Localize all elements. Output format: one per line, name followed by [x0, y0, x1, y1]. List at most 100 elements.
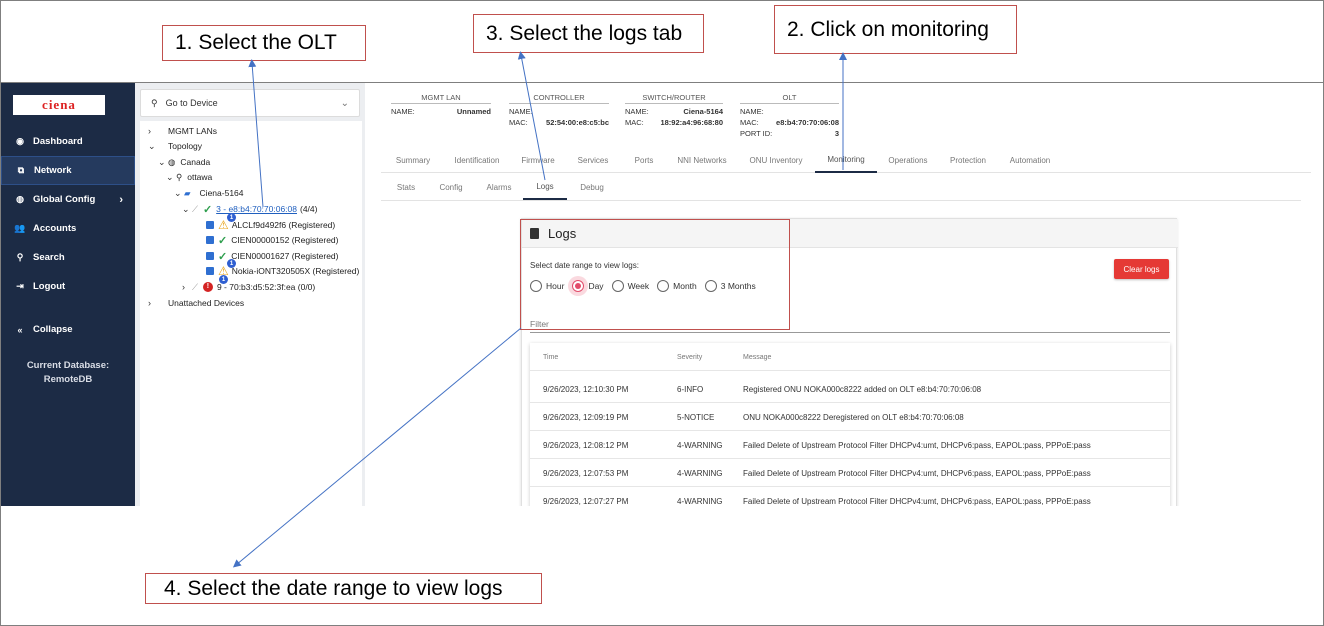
cell-severity: 5-NOTICE — [677, 412, 715, 422]
subtab-config[interactable]: Config — [431, 174, 471, 200]
tree-label: CIEN00000152 (Registered) — [231, 235, 339, 245]
monitoring-subtabs: Stats Config Alarms Logs Debug — [381, 174, 1301, 201]
table-row: 9/26/2023, 12:08:12 PM 4-WARNING Failed … — [530, 431, 1170, 459]
sidebar-item-label: Global Config — [33, 194, 96, 205]
cell-message: Failed Delete of Upstream Protocol Filte… — [743, 440, 1091, 450]
tree-node-unattached[interactable]: › Unattached Devices — [148, 296, 244, 310]
tab-onu-inventory[interactable]: ONU Inventory — [743, 147, 809, 173]
error-icon: ! — [202, 282, 213, 292]
tree-node-topology[interactable]: ⌄ Topology — [148, 139, 202, 153]
logout-icon: ⇥ — [16, 281, 24, 291]
tree-node-olt-selected[interactable]: ⌄ ⟋ ✓ 3 - e8:b4:70:70:06:08 (4/4) — [182, 202, 317, 216]
olt-card: OLT NAME: MAC: e8:b4:70:70:06:08 PORT ID:… — [740, 93, 839, 140]
subtab-alarms[interactable]: Alarms — [479, 174, 519, 200]
tab-services[interactable]: Services — [570, 147, 616, 173]
sidebar-item-accounts[interactable]: 👥 Accounts — [1, 214, 135, 243]
clear-logs-button[interactable]: Clear logs — [1114, 259, 1169, 279]
sidebar-item-label: Network — [34, 165, 72, 176]
sidebar-item-logout[interactable]: ⇥ Logout — [1, 272, 135, 301]
tab-operations[interactable]: Operations — [883, 147, 933, 173]
field-value: 18:92:a4:96:68:80 — [660, 118, 723, 127]
table-header: Time Severity Message — [530, 343, 1170, 371]
tree-label: Canada — [180, 157, 211, 167]
chevron-right-icon: › — [182, 282, 185, 292]
tree-node-canada[interactable]: ⌄ ◍ Canada — [158, 155, 210, 169]
tree-node-ottawa[interactable]: ⌄ ⚲ ottawa — [166, 170, 212, 184]
tab-automation[interactable]: Automation — [1003, 147, 1057, 173]
tree-label: ALCLf9d492f6 (Registered) — [231, 220, 336, 230]
card-title: OLT — [740, 93, 839, 104]
column-header-message[interactable]: Message — [743, 343, 771, 371]
field-label: MAC: — [509, 118, 528, 127]
subtab-debug[interactable]: Debug — [572, 174, 612, 200]
tab-protection[interactable]: Protection — [943, 147, 993, 173]
sidebar-item-label: Accounts — [33, 223, 77, 234]
cell-time: 9/26/2023, 12:09:19 PM — [543, 412, 629, 422]
gauge-icon: ◉ — [16, 136, 24, 146]
tree-node-mgmt-lans[interactable]: › MGMT LANs — [148, 124, 217, 138]
switch-icon: ▰ — [184, 187, 191, 198]
subtab-stats[interactable]: Stats — [389, 174, 423, 200]
cell-severity: 4-WARNING — [677, 496, 723, 506]
tree-node-onu-2[interactable]: ✓ CIEN00000152 (Registered) — [206, 233, 338, 247]
mgmt-lan-card: MGMT LAN NAME: Unnamed — [391, 93, 491, 118]
location-pin-icon: ⚲ — [176, 171, 183, 182]
tree-label: Topology — [168, 141, 203, 151]
field-label: MAC: — [740, 118, 759, 127]
chevron-down-icon: ⌄ — [182, 203, 190, 214]
device-tree-panel: ⚲ Go to Device ⌄ › MGMT LANs ⌄ Topology … — [135, 83, 365, 506]
double-chevron-left-icon: « — [17, 324, 23, 335]
olt-count: (4/4) — [300, 204, 318, 214]
tree-label: 9 - 70:b3:d5:52:3f:ea (0/0) — [216, 282, 316, 292]
onu-icon — [206, 236, 214, 244]
go-to-device-select[interactable]: ⚲ Go to Device ⌄ — [140, 89, 360, 117]
sidebar-item-search[interactable]: ⚲ Search — [1, 243, 135, 272]
column-header-time[interactable]: Time — [543, 343, 558, 371]
cell-time: 9/26/2023, 12:10:30 PM — [543, 384, 629, 394]
cell-severity: 4-WARNING — [677, 440, 723, 450]
cell-severity: 6-INFO — [677, 384, 704, 394]
tab-ports[interactable]: Ports — [624, 147, 664, 173]
tab-identification[interactable]: Identification — [447, 147, 507, 173]
tab-firmware[interactable]: Firmware — [515, 147, 561, 173]
tree-node-onu-1[interactable]: ⚠ ALCLf9d492f6 (Registered) — [206, 218, 335, 232]
sidebar-item-dashboard[interactable]: ◉ Dashboard — [1, 127, 135, 156]
onu-icon — [206, 221, 214, 229]
sidebar-item-network[interactable]: ⧉ Network — [1, 156, 135, 185]
cell-severity: 4-WARNING — [677, 468, 723, 478]
collapse-button[interactable]: « Collapse — [1, 315, 135, 344]
tree-label: MGMT LANs — [168, 126, 217, 136]
tree-label: Nokia-iONT320505X (Registered) — [231, 266, 360, 276]
tree-node-switch[interactable]: ⌄ ▰ Ciena-5164 — [174, 186, 244, 200]
cell-time: 9/26/2023, 12:07:27 PM — [543, 496, 629, 506]
card-title: CONTROLLER — [509, 93, 609, 104]
tree-label: Unattached Devices — [168, 298, 245, 308]
globe-icon: ◍ — [168, 156, 176, 167]
field-value: 52:54:00:e8:c5:bc — [546, 118, 609, 127]
collapse-label: Collapse — [33, 324, 73, 335]
subtab-logs[interactable]: Logs — [523, 174, 567, 200]
cell-message: Failed Delete of Upstream Protocol Filte… — [743, 468, 1091, 478]
tab-monitoring[interactable]: Monitoring — [815, 147, 877, 173]
tab-nni-networks[interactable]: NNI Networks — [671, 147, 733, 173]
field-label: NAME: — [740, 107, 764, 116]
field-value: Unnamed — [456, 107, 491, 116]
tree-node-olt-2[interactable]: › ⟋ ! 9 - 70:b3:d5:52:3f:ea (0/0) — [182, 280, 315, 294]
cell-message: Failed Delete of Upstream Protocol Filte… — [743, 496, 1091, 506]
device-tree: › MGMT LANs ⌄ Topology ⌄ ◍ Canada ⌄ ⚲ ot… — [140, 121, 362, 506]
app-window: ciena ◉ Dashboard ⧉ Network ◍ Global Con… — [1, 83, 1323, 506]
logs-card: Logs Select date range to view logs: Hou… — [520, 218, 1178, 506]
database-label: Current Database: — [26, 360, 110, 371]
olt-device-icon: ⟋ — [192, 281, 198, 292]
chevron-down-icon: ⌄ — [158, 156, 166, 167]
sidebar-item-global-config[interactable]: ◍ Global Config › — [1, 185, 135, 214]
card-title: SWITCH/ROUTER — [625, 93, 723, 104]
sidebar-item-label: Logout — [33, 281, 66, 292]
sidebar-item-label: Dashboard — [33, 136, 83, 147]
column-header-severity[interactable]: Severity — [677, 343, 702, 371]
tree-node-onu-3[interactable]: ✓ CIEN00001627 (Registered) — [206, 249, 338, 263]
tab-summary[interactable]: Summary — [389, 147, 437, 173]
olt-link[interactable]: 3 - e8:b4:70:70:06:08 — [216, 204, 297, 214]
search-icon: ⚲ — [16, 252, 24, 262]
field-label: NAME: — [509, 107, 533, 116]
